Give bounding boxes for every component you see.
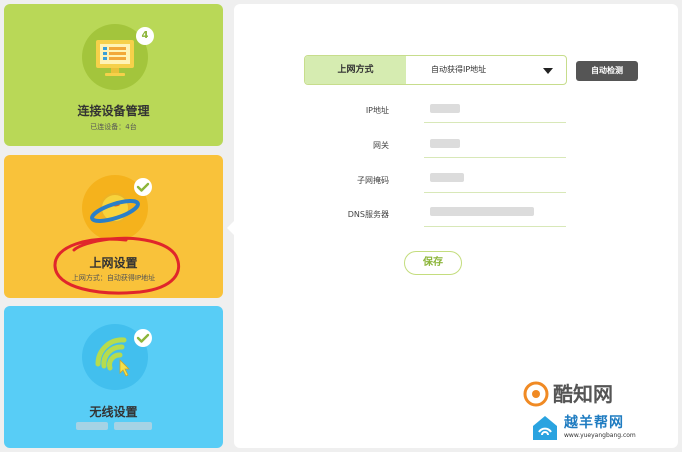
selection-pointer	[227, 221, 234, 235]
kuzhi-watermark: 酷知网	[523, 378, 663, 408]
gateway-underline	[424, 157, 566, 158]
yueyang-watermark-url: www.yueyangbang.com	[564, 432, 636, 439]
ip-address-value[interactable]	[430, 104, 460, 113]
connection-type-label: 上网方式	[305, 56, 406, 84]
connection-type-select[interactable]: 上网方式 自动获得IP地址	[304, 55, 567, 85]
wireless-check-badge	[134, 329, 152, 347]
wireless-ssid-blurred-2	[114, 422, 152, 430]
kuzhi-logo-icon	[523, 381, 549, 407]
yueyang-watermark-text: 越羊帮网	[564, 415, 624, 431]
subnet-mask-value[interactable]	[430, 173, 464, 182]
annotation-circle	[53, 236, 181, 295]
subnet-mask-underline	[424, 192, 566, 193]
dns-server-value[interactable]	[430, 207, 534, 216]
subnet-mask-label: 子网掩码	[357, 176, 389, 185]
gateway-value[interactable]	[430, 139, 460, 148]
check-icon	[136, 333, 150, 343]
tile-device-management[interactable]: 4 连接设备管理 已连设备：4台	[4, 4, 223, 146]
wireless-settings-title: 无线设置	[89, 405, 138, 419]
device-management-title: 连接设备管理	[77, 104, 150, 118]
gateway-label: 网关	[373, 141, 389, 150]
dns-server-underline	[424, 226, 566, 227]
yueyang-watermark: 越羊帮网 www.yueyangbang.com	[530, 410, 680, 450]
auto-detect-button[interactable]: 自动检测	[576, 61, 638, 81]
check-icon	[136, 182, 150, 192]
wifi-house-logo-icon	[533, 416, 557, 440]
device-count-badge: 4	[136, 27, 154, 45]
internet-check-badge	[134, 178, 152, 196]
device-count-text: 已连设备：4台	[90, 123, 137, 131]
wireless-ssid-blurred	[76, 422, 108, 430]
connection-type-value: 自动获得IP地址	[431, 65, 487, 74]
ip-address-underline	[424, 122, 566, 123]
ip-address-label: IP地址	[365, 106, 389, 115]
kuzhi-watermark-text: 酷知网	[553, 382, 613, 406]
dns-server-label: DNS服务器	[347, 210, 389, 219]
tile-wireless-settings[interactable]: 无线设置	[4, 306, 223, 448]
chevron-down-icon[interactable]	[543, 68, 553, 74]
save-button[interactable]: 保存	[404, 251, 462, 275]
